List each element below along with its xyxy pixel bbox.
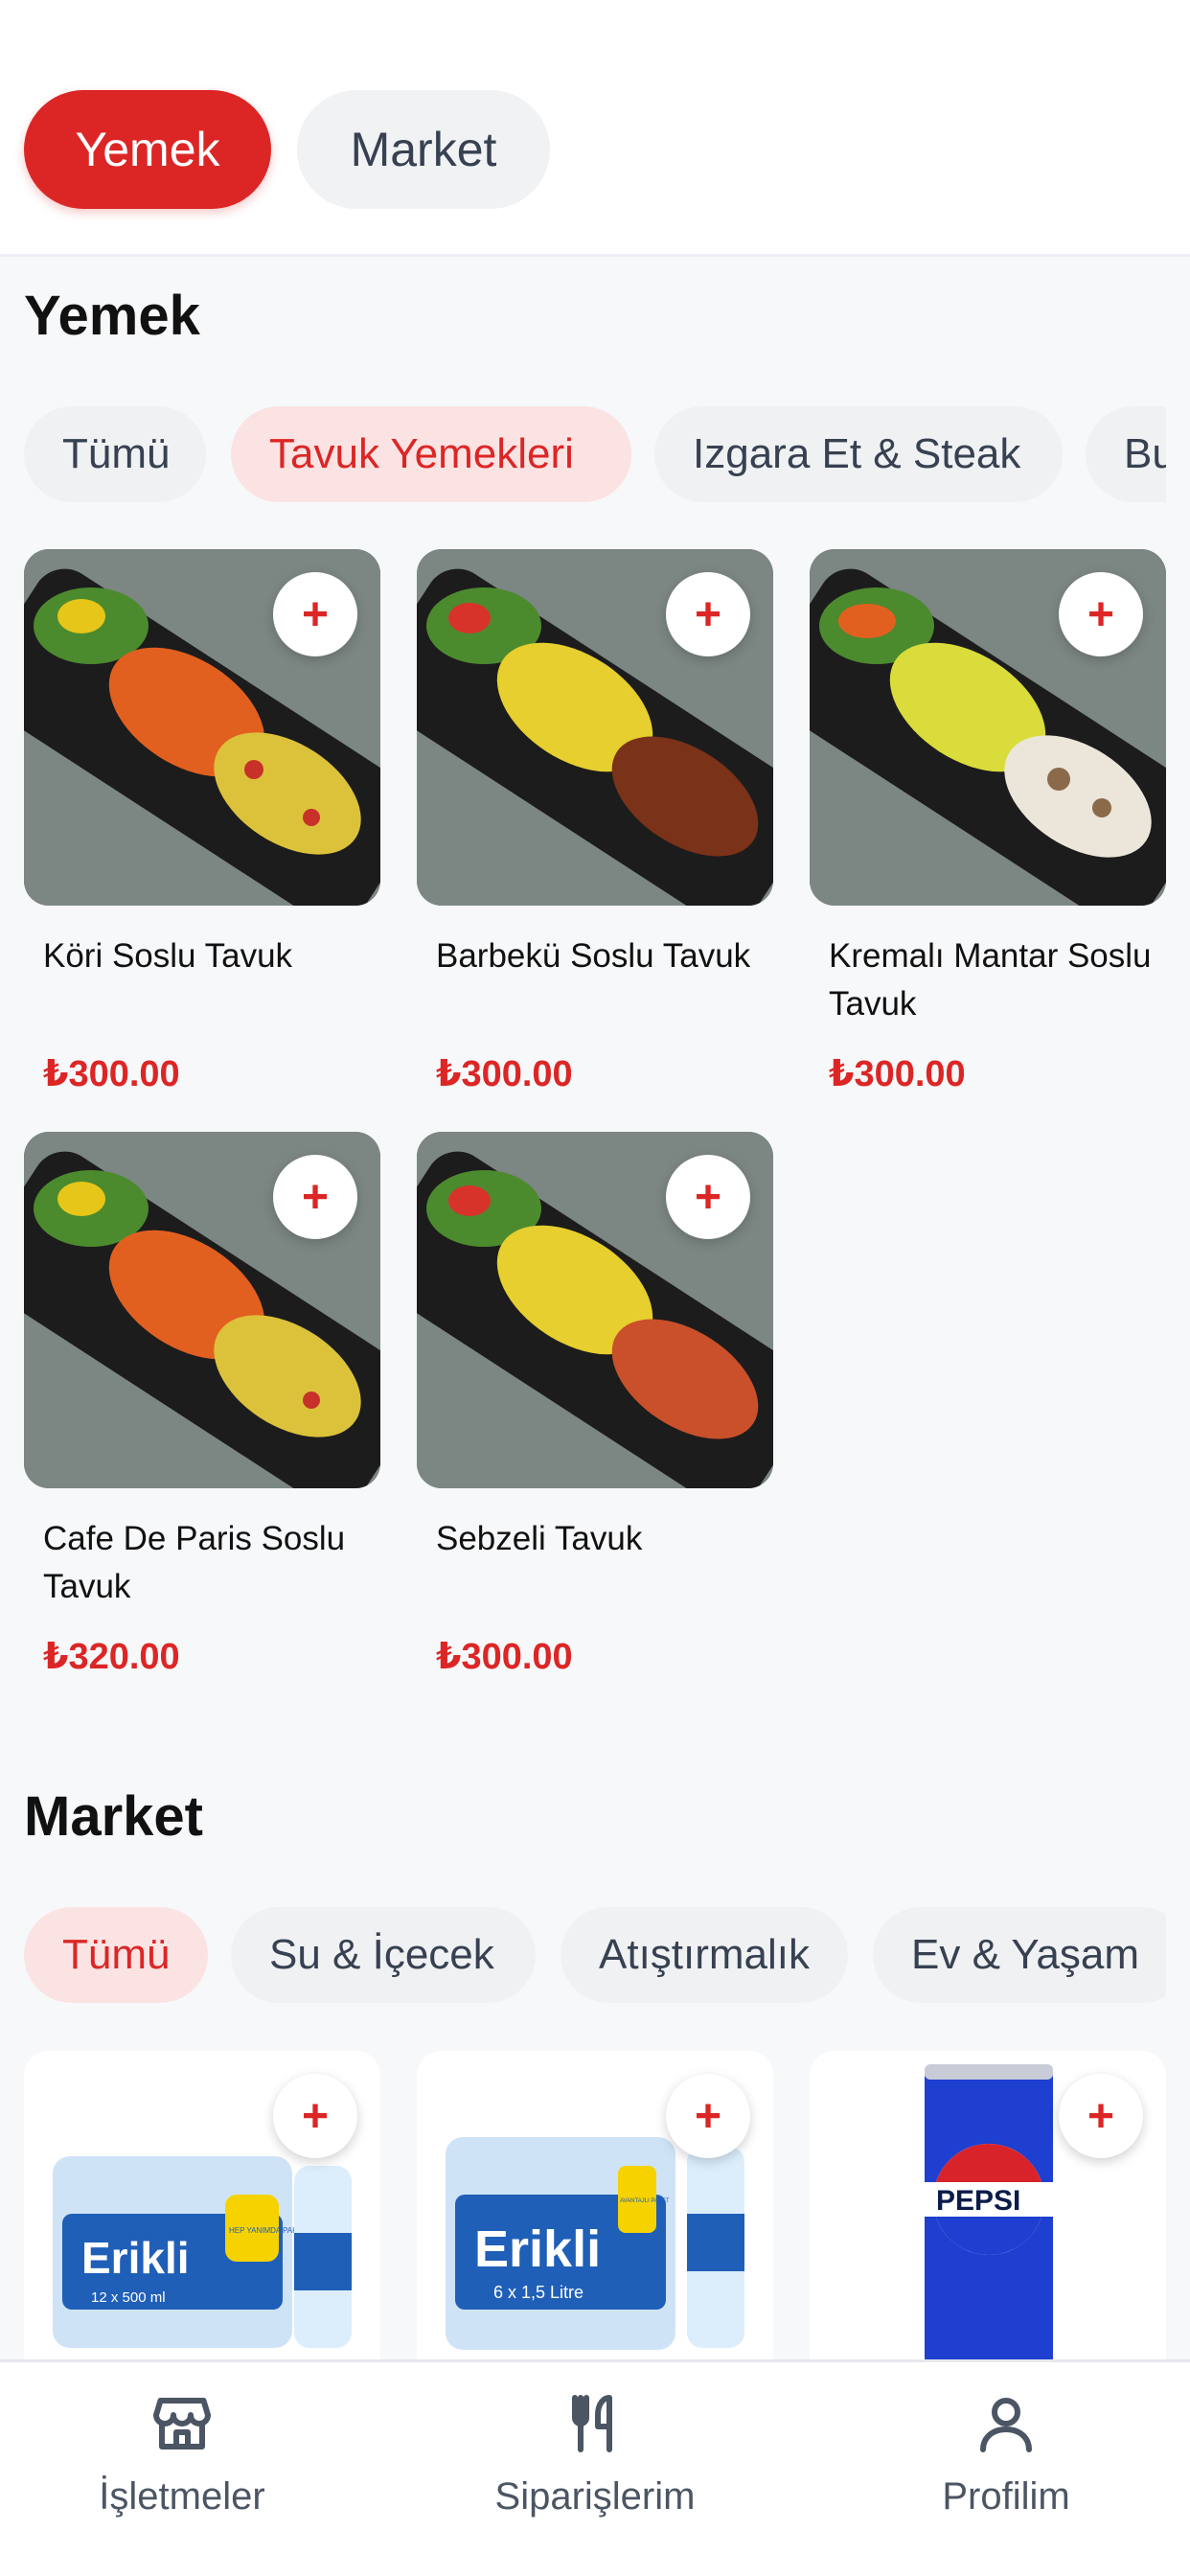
nav-siparislerim[interactable]: Siparişlerim: [451, 2389, 739, 2518]
app-screen: Yemek Market Yemek Tümü Tavuk Yemekleri …: [0, 0, 1190, 2576]
section-title-market: Market: [24, 1785, 203, 1848]
add-to-cart-button[interactable]: +: [1059, 2074, 1143, 2158]
add-to-cart-button[interactable]: +: [666, 1155, 750, 1239]
mode-switcher: Yemek Market: [0, 0, 1190, 257]
product-image: +: [810, 549, 1166, 906]
product-card[interactable]: + Sebzeli Tavuk ₺300.00: [417, 1132, 773, 1677]
product-name: Kremalı Mantar Soslu Tavuk: [829, 937, 1152, 1023]
product-price: ₺300.00: [43, 1054, 180, 1094]
market-category-chips: Tümü Su & İçecek Atıştırmalık Ev & Yaşam: [24, 1907, 1166, 2003]
section-title-yemek: Yemek: [24, 285, 200, 347]
user-icon: [980, 2398, 1032, 2452]
product-image: Erikli 12 x 500 ml HEP YANIMDA PAKETİ +: [24, 2051, 380, 2359]
add-to-cart-button[interactable]: +: [666, 2074, 750, 2158]
nav-label: İşletmeler: [99, 2475, 265, 2518]
tab-yemek[interactable]: Yemek: [24, 90, 271, 209]
erikli-brand-text: Erikli: [474, 2220, 601, 2278]
product-card[interactable]: PEPSI +: [810, 2051, 1166, 2359]
erikli-brand-text: Erikli: [81, 2233, 190, 2283]
product-image: +: [24, 1132, 380, 1488]
product-name: Barbekü Soslu Tavuk: [436, 937, 751, 975]
product-name: Cafe De Paris Soslu Tavuk: [43, 1520, 346, 1605]
fork-knife-icon: [572, 2395, 612, 2452]
product-price: ₺300.00: [436, 1637, 573, 1677]
tab-market[interactable]: Market: [297, 90, 550, 209]
product-price: ₺320.00: [43, 1637, 180, 1677]
chip-ev-yasam[interactable]: Ev & Yaşam: [873, 1907, 1166, 2003]
chip-bu-truncated[interactable]: Bu: [1086, 406, 1166, 502]
nav-label: Profilim: [942, 2475, 1070, 2518]
bottom-navigation: İşletmeler Siparişlerim Profilim: [0, 2359, 1190, 2576]
add-to-cart-button[interactable]: +: [1059, 572, 1143, 656]
chip-atistirmalik[interactable]: Atıştırmalık: [561, 1907, 848, 2003]
add-to-cart-button[interactable]: +: [666, 572, 750, 656]
product-name: Sebzeli Tavuk: [436, 1520, 643, 1557]
product-card[interactable]: Erikli 6 x 1,5 Litre AVANTAJLI PAKET +: [417, 2051, 773, 2359]
product-image: +: [417, 1132, 773, 1488]
product-price: ₺300.00: [436, 1054, 573, 1094]
product-card[interactable]: + Barbekü Soslu Tavuk ₺300.00: [417, 549, 773, 1094]
nav-label: Siparişlerim: [494, 2475, 696, 2518]
product-card[interactable]: + Kremalı Mantar Soslu Tavuk ₺300.00: [810, 549, 1166, 1094]
food-category-chips: Tümü Tavuk Yemekleri Izgara Et & Steak B…: [24, 406, 1166, 502]
product-image: PEPSI +: [810, 2051, 1166, 2359]
product-image: Erikli 6 x 1,5 Litre AVANTAJLI PAKET +: [417, 2051, 773, 2359]
product-card[interactable]: + Cafe De Paris Soslu Tavuk ₺320.00: [24, 1132, 380, 1677]
add-to-cart-button[interactable]: +: [273, 1155, 357, 1239]
add-to-cart-button[interactable]: +: [273, 572, 357, 656]
chip-tavuk-yemekleri[interactable]: Tavuk Yemekleri: [231, 406, 631, 502]
product-card[interactable]: Erikli 12 x 500 ml HEP YANIMDA PAKETİ +: [24, 2051, 380, 2359]
erikli-pack-text: 12 x 500 ml: [91, 2289, 166, 2306]
chip-izgara-et-steak[interactable]: Izgara Et & Steak: [654, 406, 1063, 502]
pepsi-brand-text: PEPSI: [936, 2185, 1020, 2217]
chip-tumu-food[interactable]: Tümü: [24, 406, 206, 502]
add-to-cart-button[interactable]: +: [273, 2074, 357, 2158]
product-image: +: [417, 549, 773, 906]
product-name: Köri Soslu Tavuk: [43, 937, 293, 975]
product-card[interactable]: + Köri Soslu Tavuk ₺300.00: [24, 549, 380, 1094]
erikli-badge-text: AVANTAJLI PAKET: [620, 2198, 670, 2204]
nav-profilim[interactable]: Profilim: [862, 2389, 1150, 2518]
nav-isletmeler[interactable]: İşletmeler: [38, 2389, 326, 2518]
product-image: +: [24, 549, 380, 906]
erikli-pack-text: 6 x 1,5 Litre: [493, 2283, 584, 2302]
chip-su-icecek[interactable]: Su & İçecek: [231, 1907, 536, 2003]
product-price: ₺300.00: [829, 1054, 966, 1094]
chip-tumu-market[interactable]: Tümü: [24, 1907, 208, 2003]
store-icon: [153, 2398, 211, 2450]
